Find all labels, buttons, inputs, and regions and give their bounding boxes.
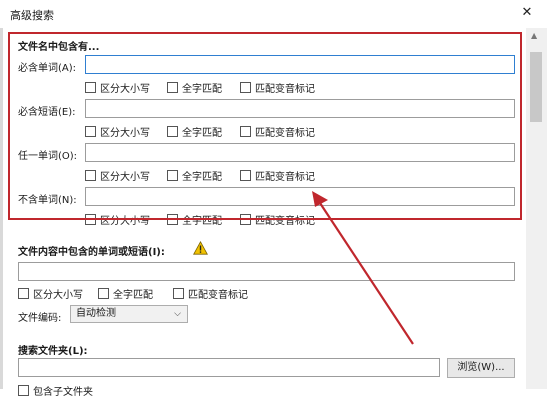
annotation-arrow [312,191,414,345]
